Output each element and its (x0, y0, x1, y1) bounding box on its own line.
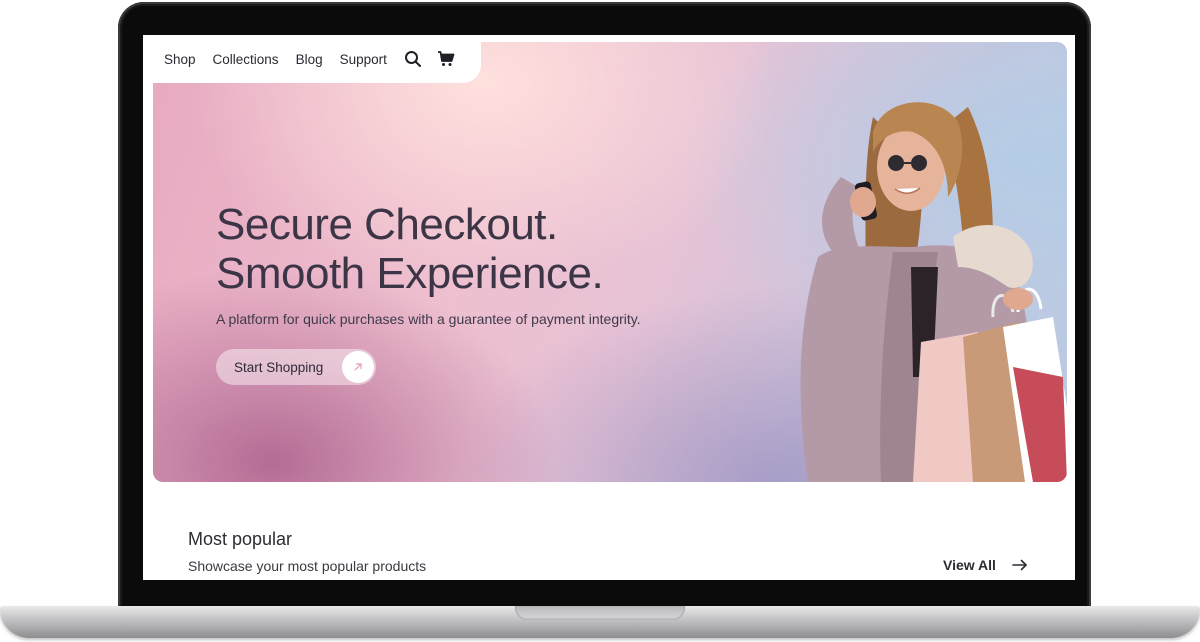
nav-shop[interactable]: Shop (164, 52, 196, 67)
screen: Shop Collections Blog Support Secure Che… (143, 35, 1075, 580)
woman-shopping-image (800, 102, 1067, 482)
hero-banner: Secure Checkout. Smooth Experience. A pl… (153, 42, 1067, 482)
laptop-notch (515, 606, 685, 620)
nav-blog[interactable]: Blog (296, 52, 323, 67)
section-subtitle: Showcase your most popular products (188, 558, 427, 574)
arrow-up-right-icon (342, 351, 374, 383)
section-title: Most popular (188, 529, 293, 549)
view-all-link[interactable]: View All (943, 557, 1028, 573)
start-shopping-button[interactable]: Start Shopping (216, 349, 376, 385)
hero-subtitle: A platform for quick purchases with a gu… (216, 311, 641, 327)
top-nav: Shop Collections Blog Support (143, 35, 481, 83)
start-shopping-label: Start Shopping (234, 359, 324, 375)
view-all-label: View All (943, 557, 996, 573)
hero-headline: Secure Checkout. Smooth Experience. (216, 200, 604, 298)
search-icon[interactable] (404, 50, 422, 68)
nav-support[interactable]: Support (340, 52, 387, 67)
nav-collections[interactable]: Collections (213, 52, 279, 67)
cart-icon[interactable] (437, 50, 455, 68)
arrow-right-icon (1012, 559, 1027, 571)
